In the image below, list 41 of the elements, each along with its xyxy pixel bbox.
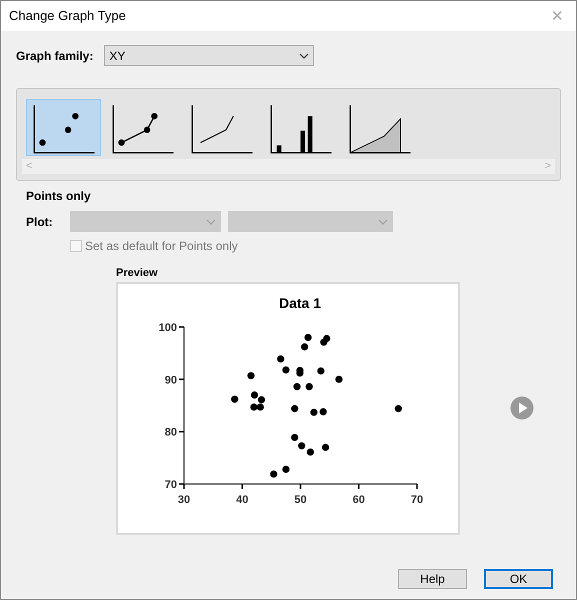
data-point — [335, 375, 343, 382]
dialog-button[interactable]: OK — [484, 569, 553, 589]
chevron-down-icon — [378, 218, 388, 224]
chevron-down-icon — [299, 52, 310, 58]
data-point — [231, 395, 238, 402]
data-point — [300, 342, 308, 350]
data-point — [293, 382, 301, 390]
plot-label: Plot: — [26, 214, 54, 230]
chart-title: Data 1 — [278, 294, 322, 310]
data-point — [270, 470, 278, 478]
data-point — [282, 366, 290, 374]
preview-label: Preview — [116, 266, 159, 281]
data-point — [277, 354, 284, 362]
x-tick-label: 70 — [410, 494, 424, 506]
y-tick-label: 100 — [158, 322, 177, 334]
data-point — [320, 408, 327, 415]
chevron-down-icon — [206, 218, 216, 224]
data-point — [291, 404, 298, 412]
data-point — [322, 443, 330, 450]
data-point — [310, 408, 318, 416]
data-point — [394, 404, 402, 412]
x-tick-label: 30 — [178, 494, 190, 506]
data-point — [247, 372, 255, 379]
graph-family-dropdown[interactable]: XY — [104, 45, 314, 66]
graph-type-option[interactable] — [26, 99, 101, 156]
data-point — [317, 366, 324, 374]
y-tick-label: 80 — [164, 426, 177, 438]
graph-family-label: Graph family: — [16, 48, 94, 64]
x-tick-label: 50 — [294, 494, 307, 506]
data-point — [306, 382, 313, 390]
y-tick-label: 90 — [164, 374, 177, 386]
y-tick-label: 70 — [164, 478, 177, 490]
window-title: Change Graph Type — [9, 7, 126, 26]
data-point — [282, 465, 290, 472]
x-tick-label: 40 — [236, 494, 248, 506]
x-tick-label: 60 — [352, 494, 365, 506]
checkbox-label: Set as default for Points only — [85, 238, 238, 255]
section-title: Points only — [26, 188, 92, 205]
play-icon[interactable] — [510, 396, 534, 420]
data-point — [304, 333, 312, 341]
dialog-button[interactable]: Help — [398, 569, 467, 589]
